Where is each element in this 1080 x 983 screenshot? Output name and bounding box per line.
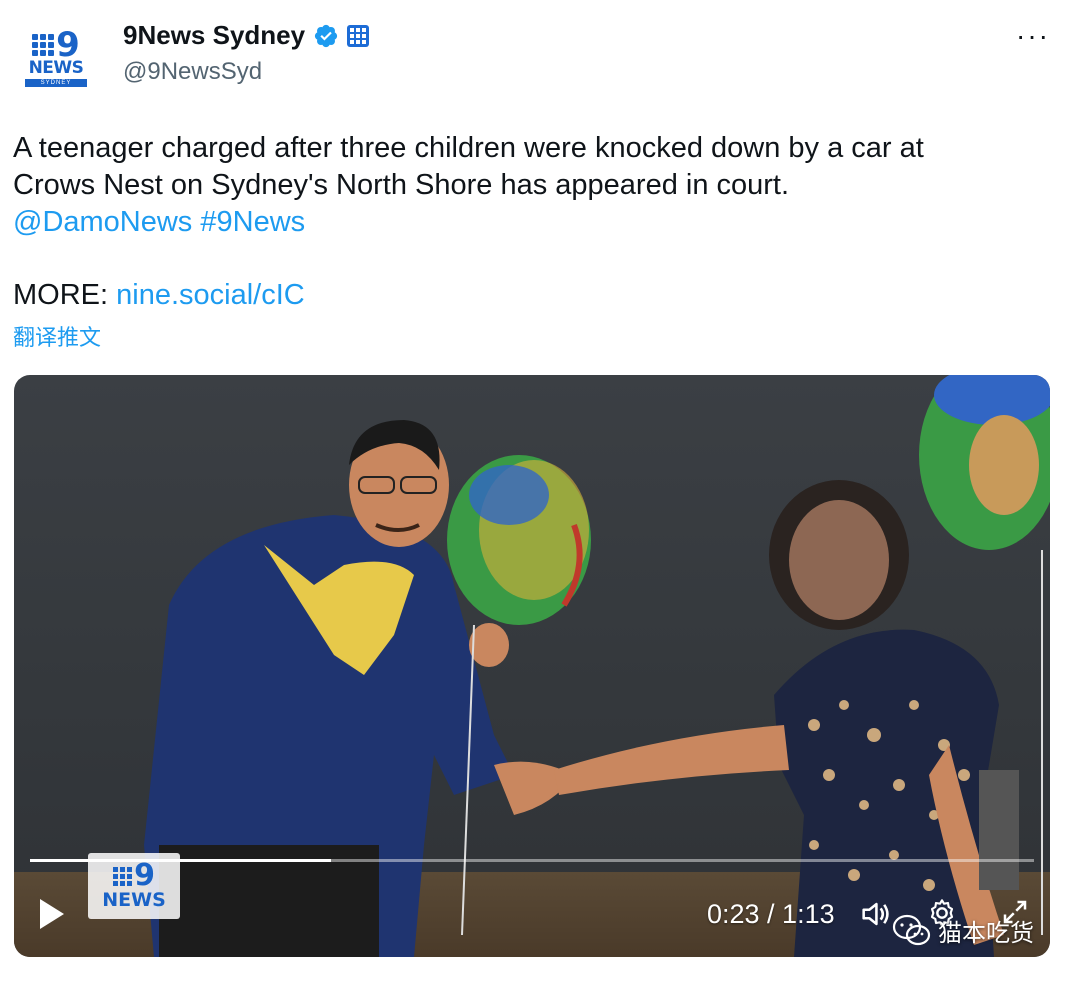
wechat-watermark: 猫本吃货 (892, 913, 1034, 948)
avatar-logo-number: 9 (56, 24, 80, 65)
volume-icon[interactable] (858, 897, 892, 931)
more-url-link[interactable]: nine.social/cIC (116, 279, 305, 311)
stanchion-post (979, 770, 1019, 890)
watermark-number: 9 (134, 858, 155, 893)
author-display-name[interactable]: 9News Sydney (123, 20, 305, 51)
watermark-text: NEWS (102, 889, 166, 911)
author-avatar[interactable]: 9 NEWS SYDNEY (18, 20, 94, 96)
avatar-logo-subtext: SYDNEY (25, 78, 87, 87)
tweet-card: 9 NEWS SYDNEY 9News Sydney @9NewsSyd ···… (0, 0, 1080, 983)
9news-affiliate-icon[interactable] (347, 24, 370, 47)
9news-watermark-logo: 9 NEWS (88, 853, 180, 919)
person-right (554, 480, 1004, 957)
nine-logo-icon: 9 (32, 24, 80, 65)
video-player[interactable]: 9 NEWS 0:23 / 1:13 猫本吃货 (14, 375, 1050, 957)
author-handle[interactable]: @9NewsSyd (123, 58, 262, 86)
mention-link[interactable]: @DamoNews (13, 206, 192, 238)
wechat-icon (892, 914, 931, 945)
more-options-icon[interactable]: ··· (1016, 22, 1050, 50)
verified-badge-icon (314, 24, 338, 47)
avatar-logo-text: NEWS (28, 57, 84, 78)
hashtag-link[interactable]: #9News (200, 206, 305, 238)
more-label: MORE: (13, 279, 109, 311)
wechat-account-name: 猫本吃货 (938, 919, 1034, 947)
translate-tweet-link[interactable]: 翻译推文 (13, 320, 101, 352)
tweet-text-line: A teenager charged after three children … (13, 132, 924, 164)
video-progress-bar[interactable] (30, 859, 1034, 862)
tweet-text: A teenager charged after three children … (13, 130, 1053, 314)
tweet-text-line: Crows Nest on Sydney's North Shore has a… (13, 169, 790, 201)
author-name-row: 9News Sydney (123, 20, 370, 51)
more-line: MORE: nine.social/cIC (13, 277, 1053, 314)
video-progress-fill (30, 859, 332, 862)
play-icon[interactable] (40, 899, 64, 929)
tweet-tags: @DamoNews #9News (13, 204, 1053, 241)
video-time: 0:23 / 1:13 (707, 899, 835, 929)
